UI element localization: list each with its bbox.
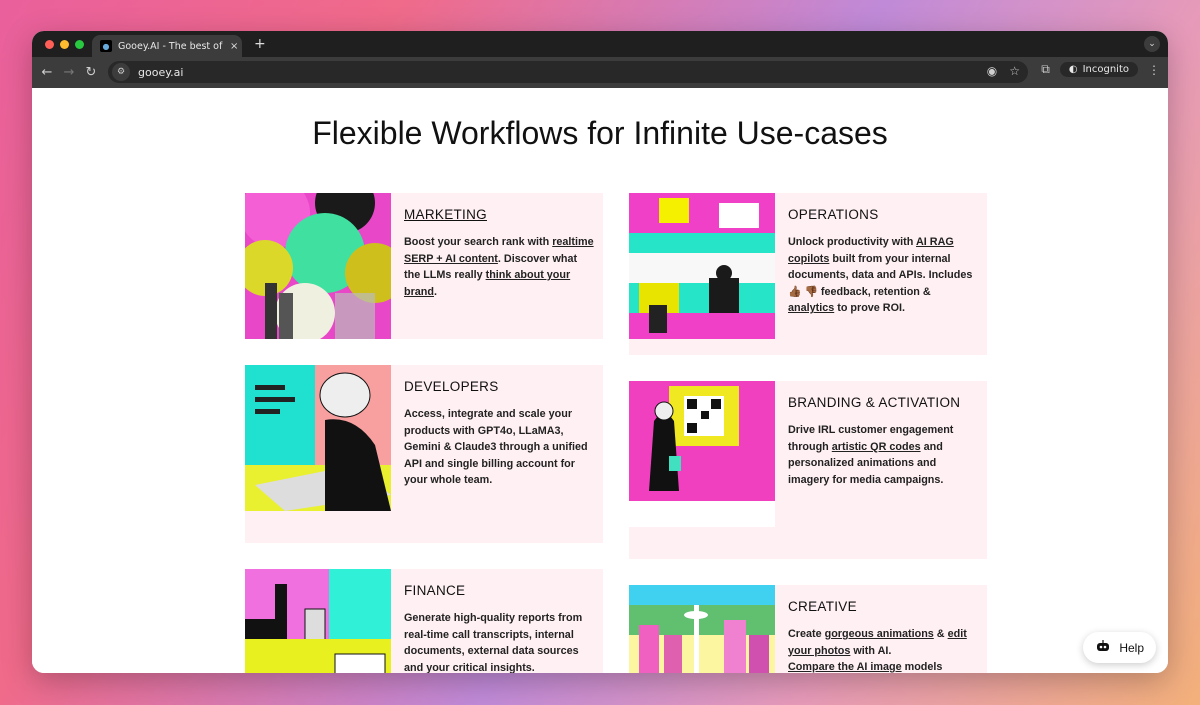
- card-description: Access, integrate and scale your product…: [404, 406, 594, 489]
- finance-illustration: [245, 569, 391, 673]
- desc-text: Create: [788, 628, 825, 640]
- extensions-icon[interactable]: ⧉: [1041, 62, 1050, 77]
- browser-tab[interactable]: ● Gooey.AI - The best of privat ×: [92, 35, 242, 57]
- analytics-link[interactable]: analytics: [788, 302, 834, 314]
- window-controls: [45, 40, 84, 49]
- desc-text: Boost your search rank with: [404, 236, 553, 248]
- marketing-illustration: [245, 193, 391, 339]
- card-description: Unlock productivity with AI RAG copilots…: [788, 234, 978, 317]
- address-bar[interactable]: ⚙ gooey.ai ◉ ☆: [108, 61, 1028, 83]
- card-title: FINANCE: [404, 583, 466, 598]
- tab-search-button[interactable]: ⌄: [1144, 36, 1160, 52]
- forward-button[interactable]: →: [58, 65, 80, 80]
- compare-ai-image-link[interactable]: Compare the AI image: [788, 661, 902, 673]
- artistic-qr-codes-link[interactable]: artistic QR codes: [832, 441, 921, 453]
- tab-bar: ● Gooey.AI - The best of privat × + ⌄: [32, 31, 1168, 57]
- page-content: Flexible Workflows for Infinite Use-case…: [32, 88, 1168, 673]
- developers-illustration: [245, 365, 391, 511]
- card-title: DEVELOPERS: [404, 379, 499, 394]
- desc-text: to prove ROI.: [834, 302, 906, 314]
- reload-button[interactable]: ↻: [80, 65, 102, 80]
- minimize-window-button[interactable]: [60, 40, 69, 49]
- menu-icon[interactable]: ⋮: [1148, 63, 1160, 77]
- creative-illustration: [629, 585, 775, 673]
- card-marketing: MARKETING Boost your search rank with re…: [245, 193, 603, 339]
- desc-text: .: [434, 285, 437, 298]
- url-text: gooey.ai: [138, 65, 184, 79]
- site-settings-icon[interactable]: ⚙: [112, 63, 130, 81]
- desc-text: Generate high-quality reports from real-…: [404, 612, 583, 673]
- card-finance: FINANCE Generate high-quality reports fr…: [245, 569, 603, 673]
- desc-text: with AI.: [850, 644, 892, 657]
- branding-illustration: [629, 381, 775, 527]
- maximize-window-button[interactable]: [75, 40, 84, 49]
- bookmark-star-icon[interactable]: ☆: [1009, 64, 1020, 78]
- tab-close-icon[interactable]: ×: [230, 41, 238, 52]
- card-creative: CREATIVE Create gorgeous animations & ed…: [629, 585, 987, 673]
- help-button[interactable]: Help: [1083, 632, 1156, 663]
- help-label: Help: [1119, 640, 1144, 655]
- tab-title: Gooey.AI - The best of privat: [118, 40, 226, 52]
- card-description: Create gorgeous animations & edit your p…: [788, 626, 978, 673]
- card-description: Generate high-quality reports from real-…: [404, 610, 594, 673]
- card-title: OPERATIONS: [788, 207, 879, 222]
- page-heading: Flexible Workflows for Infinite Use-case…: [312, 115, 888, 151]
- browser-toolbar: ← → ↻ ⚙ gooey.ai ◉ ☆ ⧉ ◐ Incognito ⋮: [32, 57, 1168, 88]
- card-title[interactable]: MARKETING: [404, 207, 594, 222]
- card-operations: OPERATIONS Unlock productivity with AI R…: [629, 193, 987, 355]
- incognito-icon: ◐: [1068, 64, 1078, 75]
- close-window-button[interactable]: [45, 40, 54, 49]
- gorgeous-animations-link[interactable]: gorgeous animations: [825, 628, 934, 640]
- incognito-indicator[interactable]: ◐ Incognito: [1059, 62, 1138, 77]
- card-developers: DEVELOPERS Access, integrate and scale y…: [245, 365, 603, 543]
- card-branding-activation: BRANDING & ACTIVATION Drive IRL customer…: [629, 381, 987, 559]
- gooey-favicon-icon: ●: [100, 40, 112, 52]
- new-tab-button[interactable]: +: [254, 36, 266, 52]
- operations-illustration: [629, 193, 775, 339]
- card-description: Boost your search rank with realtime SER…: [404, 234, 594, 300]
- card-description: Drive IRL customer engagement through ar…: [788, 422, 978, 488]
- card-title: CREATIVE: [788, 599, 857, 614]
- browser-window: ● Gooey.AI - The best of privat × + ⌄ ← …: [32, 31, 1168, 673]
- bot-icon: [1095, 640, 1111, 655]
- card-title: BRANDING & ACTIVATION: [788, 395, 961, 410]
- eye-off-icon[interactable]: ◉: [987, 64, 997, 78]
- desc-text: &: [933, 628, 948, 640]
- desc-text: Access, integrate and scale your product…: [404, 408, 588, 486]
- incognito-label: Incognito: [1082, 64, 1129, 75]
- back-button[interactable]: ←: [36, 65, 58, 80]
- desc-text: Unlock productivity with: [788, 236, 916, 248]
